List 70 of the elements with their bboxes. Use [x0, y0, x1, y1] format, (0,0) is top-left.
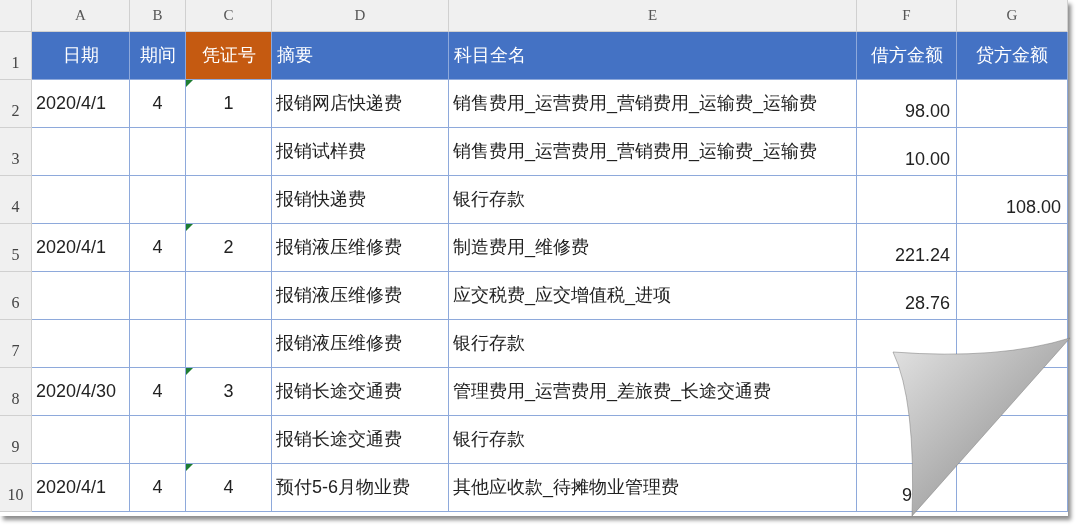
table-cell: 2020/4/1 [32, 464, 130, 512]
column-header[interactable]: D [272, 0, 449, 32]
table-cell: 销售费用_运营费用_营销费用_运输费_运输费 [449, 128, 857, 176]
table-cell: 银行存款 [449, 176, 857, 224]
table-cell: 报销长途交通费 [272, 416, 449, 464]
table-cell: 3 [186, 368, 272, 416]
table-cell [130, 416, 186, 464]
table-cell: 报销试样费 [272, 128, 449, 176]
table-cell: 应交税费_应交增值税_进项 [449, 272, 857, 320]
header-cell: 日期 [32, 32, 130, 80]
row-header[interactable]: 5 [0, 224, 32, 272]
table-cell: 4 [130, 464, 186, 512]
header-cell: 摘要 [272, 32, 449, 80]
table-cell: 银行存款 [449, 320, 857, 368]
error-indicator-icon [186, 80, 193, 87]
row-header[interactable]: 10 [0, 464, 32, 512]
column-header[interactable]: F [857, 0, 957, 32]
header-cell: 借方金额 [857, 32, 957, 80]
row-header[interactable]: 4 [0, 176, 32, 224]
header-cell: 科目全名 [449, 32, 857, 80]
table-cell: 报销液压维修费 [272, 272, 449, 320]
error-indicator-icon [186, 464, 193, 471]
table-cell: 4 [130, 80, 186, 128]
column-header[interactable]: A [32, 0, 130, 32]
table-cell [130, 320, 186, 368]
folded-corner-icon [892, 337, 1071, 517]
row-header[interactable]: 8 [0, 368, 32, 416]
table-cell: 2020/4/1 [32, 80, 130, 128]
table-cell: 2 [186, 224, 272, 272]
table-cell: 10.00 [857, 128, 957, 176]
row-header[interactable]: 1 [0, 32, 32, 80]
column-header[interactable]: G [957, 0, 1068, 32]
table-cell: 108.00 [957, 176, 1068, 224]
column-header[interactable]: C [186, 0, 272, 32]
table-cell: 2020/4/1 [32, 224, 130, 272]
header-cell: 贷方金额 [957, 32, 1068, 80]
column-header[interactable]: E [449, 0, 857, 32]
row-header[interactable]: 7 [0, 320, 32, 368]
row-header[interactable]: 6 [0, 272, 32, 320]
row-header[interactable]: 2 [0, 80, 32, 128]
error-indicator-icon [186, 368, 193, 375]
table-cell: 报销长途交通费 [272, 368, 449, 416]
error-indicator-icon [186, 224, 193, 231]
table-cell: 4 [130, 368, 186, 416]
table-cell: 221.24 [857, 224, 957, 272]
table-cell: 销售费用_运营费用_营销费用_运输费_运输费 [449, 80, 857, 128]
row-header[interactable]: 3 [0, 128, 32, 176]
table-cell: 银行存款 [449, 416, 857, 464]
column-header[interactable]: B [130, 0, 186, 32]
table-cell: 1 [186, 80, 272, 128]
table-cell: 报销液压维修费 [272, 320, 449, 368]
row-header[interactable]: 9 [0, 416, 32, 464]
table-cell: 4 [186, 464, 272, 512]
table-cell: 28.76 [857, 272, 957, 320]
table-cell [130, 176, 186, 224]
header-cell: 期间 [130, 32, 186, 80]
table-cell: 预付5-6月物业费 [272, 464, 449, 512]
table-cell: 其他应收款_待摊物业管理费 [449, 464, 857, 512]
table-cell: 报销液压维修费 [272, 224, 449, 272]
select-all-corner[interactable] [0, 0, 32, 32]
header-cell: 凭证号 [186, 32, 272, 80]
table-cell: 报销网店快递费 [272, 80, 449, 128]
table-cell: 管理费用_运营费用_差旅费_长途交通费 [449, 368, 857, 416]
table-cell: 报销快递费 [272, 176, 449, 224]
table-cell: 2020/4/30 [32, 368, 130, 416]
table-cell: 98.00 [857, 80, 957, 128]
table-cell [130, 272, 186, 320]
table-cell [130, 128, 186, 176]
table-cell: 制造费用_维修费 [449, 224, 857, 272]
table-cell: 4 [130, 224, 186, 272]
